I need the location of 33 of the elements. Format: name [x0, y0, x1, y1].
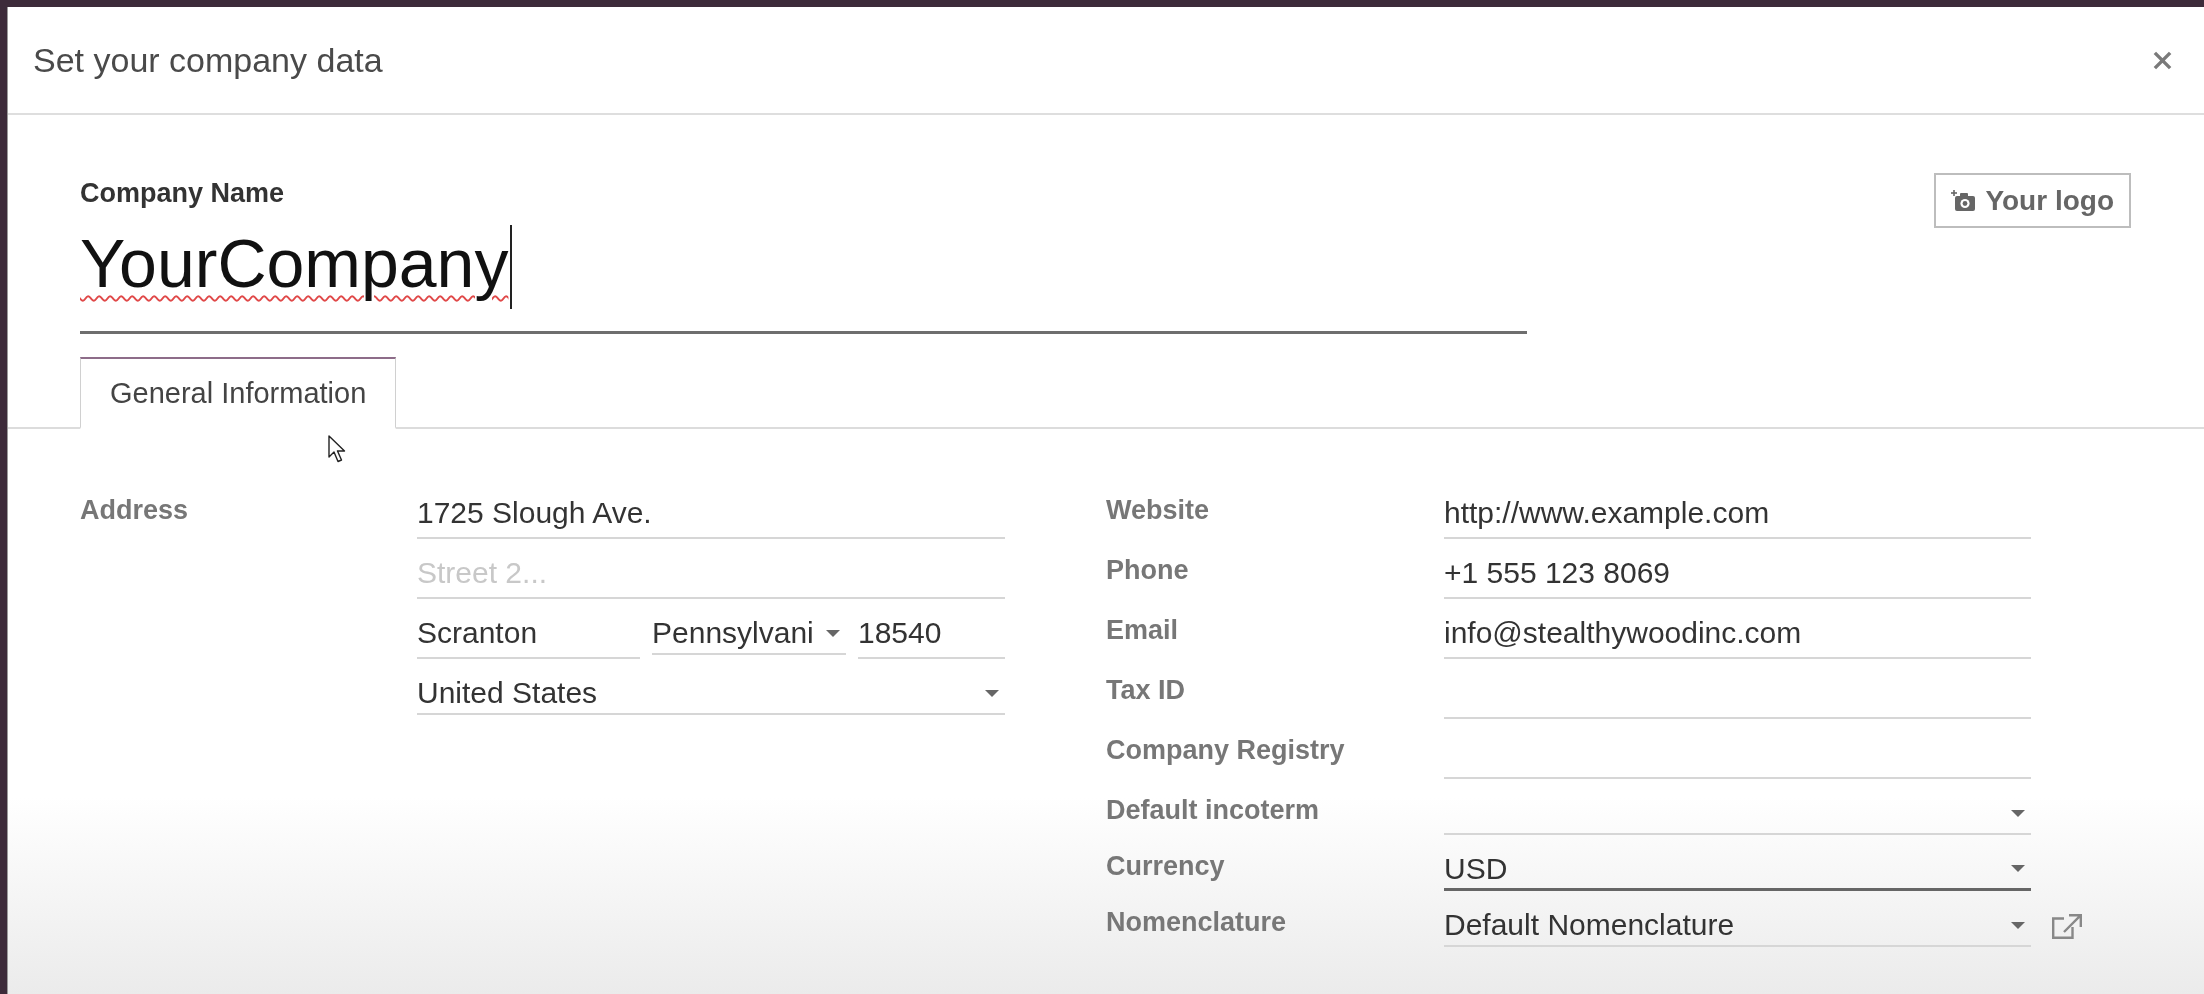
- dropdown-field[interactable]: USD: [1444, 849, 2031, 891]
- upload-logo-button[interactable]: Your logo: [1934, 173, 2131, 228]
- input-field[interactable]: +1 555 123 8069: [1444, 553, 2031, 599]
- mouse-pointer-icon: [328, 435, 346, 463]
- input-field[interactable]: 1725 Slough Ave.: [417, 493, 1005, 539]
- close-icon[interactable]: [2152, 49, 2173, 71]
- input-field[interactable]: http://www.example.com: [1444, 493, 2031, 539]
- camera-icon: [1951, 190, 1976, 211]
- field-label: Tax ID: [1106, 674, 1186, 707]
- company-name-field[interactable]: YourCompany: [80, 223, 1527, 334]
- caret-icon: [985, 689, 999, 697]
- dropdown-field[interactable]: Pennsylvani: [652, 613, 846, 655]
- field-label: Company Registry: [1106, 734, 1345, 767]
- external-link-icon[interactable]: [2052, 913, 2082, 939]
- input-field[interactable]: Scranton: [417, 613, 640, 659]
- dropdown-field[interactable]: Default Nomenclature: [1444, 905, 2031, 947]
- caret-icon: [2011, 865, 2025, 872]
- input-field[interactable]: 18540: [858, 613, 1005, 659]
- caret-icon: [2011, 921, 2025, 929]
- tab[interactable]: General Information: [80, 357, 397, 429]
- field-label: Phone: [1106, 554, 1189, 587]
- field-label: Nomenclature: [1106, 906, 1287, 939]
- caret-icon: [826, 629, 840, 637]
- input-field[interactable]: info@stealthywoodinc.com: [1444, 613, 2031, 659]
- field-label: Website: [1106, 494, 1210, 527]
- field-label: Address: [80, 494, 189, 527]
- field-label: Currency: [1106, 850, 1225, 883]
- caret-icon: [2011, 809, 2025, 817]
- field-label: Company Name: [80, 177, 286, 209]
- dialog-title: Set your company data: [33, 40, 383, 80]
- dropdown-field[interactable]: United States: [417, 673, 1005, 715]
- field-label: Email: [1106, 614, 1179, 647]
- field-label: Default incoterm: [1106, 794, 1320, 827]
